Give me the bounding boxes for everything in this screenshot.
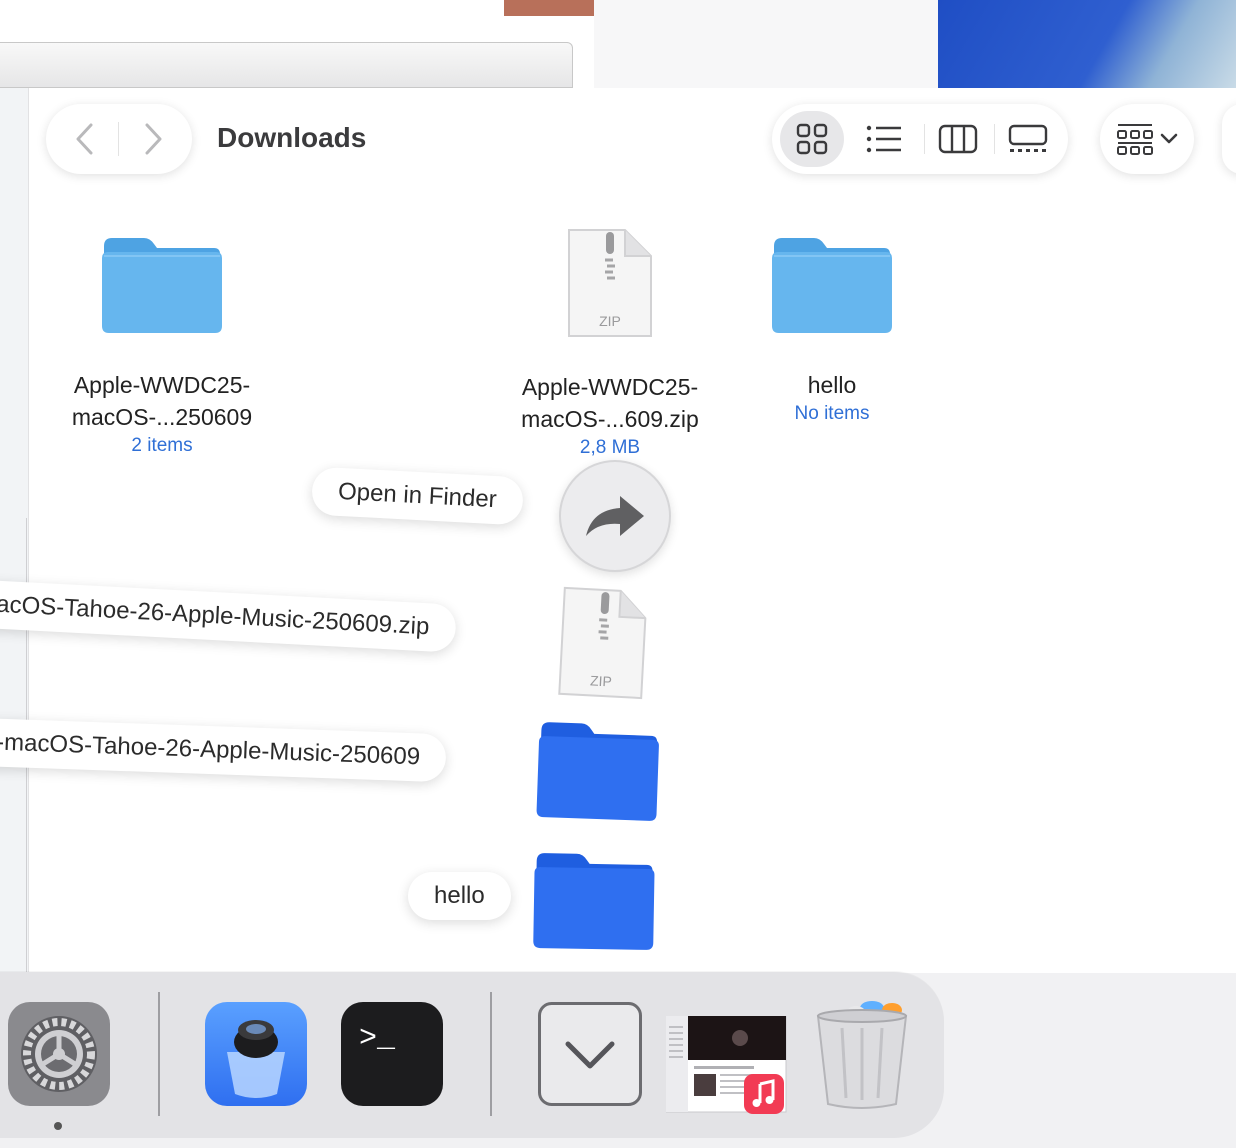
file-name: Apple-WWDC25- — [521, 374, 699, 400]
background-area — [594, 0, 938, 88]
file-name: macOS-...250609 — [71, 404, 253, 430]
zip-file-icon: ZIP — [568, 229, 652, 337]
wallpaper — [938, 0, 1236, 88]
file-name: hello — [807, 372, 857, 398]
folder-icon — [772, 238, 892, 333]
stack-item-label[interactable]: hello — [408, 872, 511, 920]
back-button[interactable] — [50, 104, 120, 174]
chevron-down-icon — [1160, 133, 1178, 144]
toolbar-more-button[interactable] — [1222, 104, 1236, 174]
trash[interactable] — [812, 998, 912, 1115]
file-meta: No items — [794, 403, 870, 424]
folder-icon[interactable] — [531, 849, 657, 953]
folder-icon — [102, 238, 222, 333]
file-item[interactable]: hello No items — [752, 234, 912, 427]
forward-button[interactable] — [118, 104, 188, 174]
chevron-left-icon — [76, 123, 93, 155]
music-app-icon — [744, 1074, 784, 1114]
view-separator — [994, 124, 995, 154]
file-meta: 2 items — [131, 435, 193, 456]
group-grid-icon — [1117, 124, 1153, 155]
navigation-controls — [46, 104, 192, 174]
zip-badge: ZIP — [590, 672, 613, 689]
window-title: Downloads — [217, 122, 367, 153]
view-separator — [924, 124, 925, 154]
downloads-stack-icon — [538, 1002, 642, 1106]
icon-view-icon — [796, 123, 828, 155]
background-window-bar — [0, 42, 573, 88]
system-settings-app[interactable] — [8, 1002, 110, 1111]
terminal-icon: >_ — [341, 1002, 443, 1106]
trash-icon — [816, 1001, 908, 1109]
dock-separator — [490, 992, 492, 1116]
background-window-accent — [504, 0, 594, 16]
file-meta: 2,8 MB — [579, 437, 641, 458]
downloads-stack[interactable] — [538, 1002, 642, 1111]
file-name: Apple-WWDC25- — [73, 372, 251, 398]
folder-icon[interactable] — [534, 718, 661, 824]
share-arrow-icon — [586, 496, 644, 536]
column-view-icon — [938, 124, 978, 154]
sidebar — [0, 88, 29, 973]
preview-app[interactable] — [205, 1002, 307, 1111]
dock — [0, 972, 944, 1138]
view-switcher — [772, 104, 1068, 174]
running-indicator — [54, 1122, 62, 1130]
file-name: macOS-...609.zip — [521, 406, 699, 432]
open-in-finder-button[interactable] — [559, 460, 671, 572]
file-item[interactable]: Apple-WWDC25- macOS-...250609 2 items — [46, 234, 278, 459]
gallery-view-icon — [1008, 124, 1048, 152]
column-view-button[interactable] — [926, 111, 990, 167]
chevron-right-icon — [145, 123, 162, 155]
system-settings-icon — [8, 1002, 110, 1106]
terminal-prompt: >_ — [359, 1022, 396, 1056]
terminal-app[interactable]: >_ — [341, 1002, 443, 1111]
list-view-icon — [866, 125, 901, 153]
file-item[interactable]: ZIP Apple-WWDC25- macOS-...609.zip 2,8 M… — [494, 226, 726, 461]
group-by-button[interactable] — [1100, 104, 1194, 174]
zip-badge: ZIP — [599, 313, 621, 329]
dock-separator — [158, 992, 160, 1116]
zip-file-icon[interactable]: ZIP — [555, 584, 651, 703]
music-window[interactable] — [665, 1015, 788, 1119]
list-view-button[interactable] — [852, 111, 916, 167]
preview-icon — [205, 1002, 307, 1106]
gallery-view-button[interactable] — [996, 111, 1060, 167]
icon-view-button[interactable] — [780, 111, 844, 167]
